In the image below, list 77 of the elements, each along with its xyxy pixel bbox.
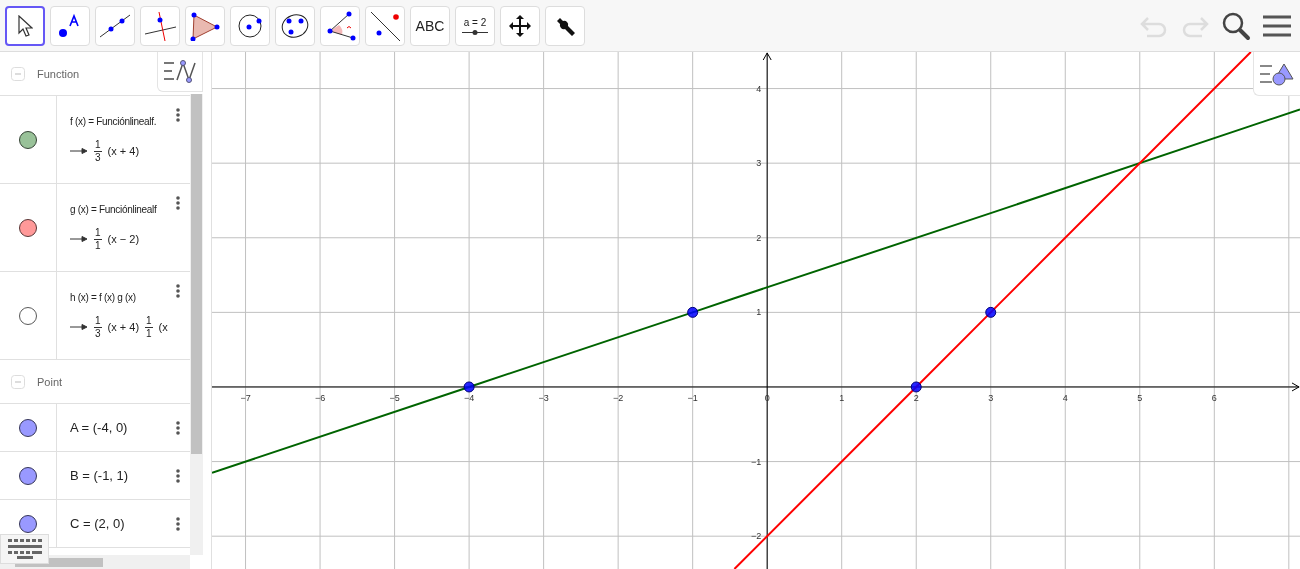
arrow-icon <box>70 324 88 330</box>
output-text: (x <box>158 321 168 333</box>
visibility-dot[interactable] <box>19 418 37 437</box>
x-tick-label: −5 <box>389 392 400 403</box>
slider-icon <box>462 29 488 35</box>
tool-button[interactable] <box>5 5 45 46</box>
triangle-icon <box>190 10 220 41</box>
graphics-style-button[interactable] <box>1253 52 1300 96</box>
menu-icon <box>1263 13 1291 38</box>
definition-text: h (x) = f (x) g (x) <box>70 291 136 303</box>
graphics-view[interactable]: −7 −6 −5 −4 −3 −2 −1 0 1 2 3 4 5 6 −2 −1 1 2 3 4 <box>211 52 1300 569</box>
x-tick-label: −1 <box>687 392 698 403</box>
fraction: 1 1 <box>94 226 102 252</box>
fraction: 1 3 <box>94 138 102 164</box>
visibility-dot[interactable] <box>19 130 37 149</box>
y-tick-label: 4 <box>756 83 762 94</box>
graph-point[interactable] <box>463 381 475 393</box>
x-tick-label: −6 <box>314 392 326 403</box>
vertical-scrollbar[interactable] <box>190 94 203 555</box>
search-icon <box>1221 10 1251 41</box>
x-tick-label: −4 <box>463 392 475 403</box>
style-bar-icon <box>164 59 196 84</box>
fraction: 1 1 <box>145 314 153 340</box>
y-tick-label: 2 <box>756 232 762 243</box>
algebra-item[interactable]: A = (-4, 0) <box>0 404 190 452</box>
arrow-icon <box>70 236 88 242</box>
definition-text: B = (-1, 1) <box>70 468 129 483</box>
graph-point[interactable] <box>910 381 922 393</box>
output-text: (x − 2) <box>107 233 140 245</box>
more-options-icon[interactable] <box>176 108 180 122</box>
keyboard-button[interactable] <box>0 534 49 564</box>
x-tick-label: 1 <box>839 392 845 403</box>
perpendicular-lines-icon <box>143 9 177 42</box>
algebra-item[interactable]: B = (-1, 1) <box>0 452 190 500</box>
y-tick-label: 3 <box>756 158 762 169</box>
more-options-icon[interactable] <box>176 421 180 435</box>
tool-button[interactable]: ABC <box>410 5 450 46</box>
y-tick-label: −2 <box>750 531 762 542</box>
definition-text: C = (2, 0) <box>70 516 125 531</box>
x-tick-label: 4 <box>1062 392 1068 403</box>
definition-text: g (x) = Funciónlinealf <box>70 203 157 215</box>
visibility-dot[interactable] <box>19 306 37 325</box>
fraction: 1 3 <box>94 314 102 340</box>
cursor-icon <box>17 14 33 37</box>
x-tick-label: 3 <box>988 392 994 403</box>
slider-tool-label: a = 2 <box>463 16 487 28</box>
section-title: Point <box>37 375 63 388</box>
more-options-icon[interactable] <box>176 517 180 531</box>
output-text: (x + 4) <box>107 145 140 157</box>
arrow-icon <box>70 148 88 154</box>
y-tick-label: 1 <box>756 307 762 318</box>
graph-point[interactable] <box>985 306 997 318</box>
x-tick-label: 6 <box>1211 392 1217 403</box>
graph-point[interactable] <box>687 306 699 318</box>
visibility-dot[interactable] <box>19 514 37 533</box>
more-options-icon[interactable] <box>176 284 180 298</box>
section-title: Function <box>37 67 80 80</box>
more-options-icon[interactable] <box>176 196 180 210</box>
tool-button[interactable]: a = 2 <box>455 5 495 46</box>
y-tick-label: −1 <box>750 456 762 467</box>
move-arrows-icon <box>508 13 532 38</box>
text-tool-label: ABC <box>415 17 445 34</box>
definition-text: A = (-4, 0) <box>70 420 128 435</box>
visibility-dot[interactable] <box>19 466 37 485</box>
x-tick-label: 2 <box>913 392 919 403</box>
x-tick-label: −7 <box>240 392 251 403</box>
x-tick-label: −2 <box>613 392 624 403</box>
output-text: (x + 4) <box>107 321 140 333</box>
more-options-icon[interactable] <box>176 469 180 483</box>
definition-text: f (x) = Funciónlinealf. <box>70 115 157 127</box>
mirror-line-icon <box>368 9 402 42</box>
keyboard-icon <box>7 539 42 559</box>
x-tick-label: −3 <box>538 392 549 403</box>
style-bar-button[interactable] <box>157 52 203 92</box>
visibility-dot[interactable] <box>19 218 37 237</box>
x-tick-label: 0 <box>764 392 770 403</box>
x-tick-label: 5 <box>1137 392 1143 403</box>
